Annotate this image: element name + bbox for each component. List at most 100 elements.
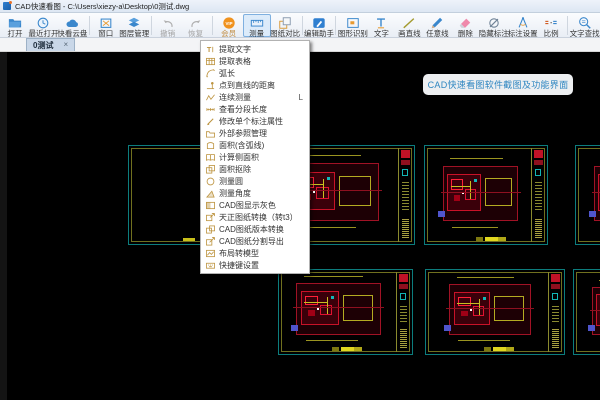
- extract-table-icon: [206, 57, 215, 66]
- recent-clock-icon: [36, 16, 50, 30]
- toolbar-button-label: 图层管理: [119, 30, 149, 38]
- menu-item-measure-angle[interactable]: 测量角度: [201, 187, 309, 199]
- measure-ruler-button[interactable]: 测量: [243, 14, 271, 37]
- window-icon: [99, 16, 113, 30]
- menu-item-label: 快捷键设置: [219, 260, 259, 271]
- menu-item-label: 连续测量: [219, 92, 251, 103]
- draw-line-button[interactable]: 画直线: [395, 14, 423, 37]
- scale-ratio-icon: [544, 16, 558, 30]
- edit-assistant-icon: [312, 16, 326, 30]
- menu-item-continuous-measure[interactable]: 连续测量L: [201, 91, 309, 103]
- menu-item-area-subtract[interactable]: 面积抠除: [201, 163, 309, 175]
- toolbar-button-label: 打开: [8, 30, 23, 38]
- menu-item-measure-circle[interactable]: 测量圆: [201, 175, 309, 187]
- undo-icon: [161, 16, 175, 30]
- text-button[interactable]: 文字: [367, 14, 395, 37]
- toolbar-button-label: 测量: [249, 30, 264, 38]
- menu-item-arc-length[interactable]: 弧长: [201, 67, 309, 79]
- menu-item-tianzheng-convert[interactable]: 天正图纸转换（转t3）: [201, 211, 309, 223]
- eraser-icon: [458, 16, 472, 30]
- main-toolbar: 打开最近打开快看云盘窗口图层管理撤销恢复VIP会员测量图纸对比编辑助手图形识别文…: [0, 13, 600, 38]
- toolbar-separator: [302, 16, 303, 35]
- draw-line-icon: [402, 16, 416, 30]
- edit-assistant-button[interactable]: 编辑助手: [305, 14, 334, 37]
- area-subtract-icon: [206, 165, 215, 174]
- eraser-button[interactable]: 删除: [451, 14, 479, 37]
- toolbar-button-label: 隐藏标注: [479, 30, 509, 38]
- menu-item-modify-annotation[interactable]: 修改单个标注属性: [201, 115, 309, 127]
- undo-button: 撤销: [154, 14, 182, 37]
- toolbar-button-label: 恢复: [188, 30, 203, 38]
- tab-0-test[interactable]: 0测试 ×: [26, 38, 75, 51]
- menu-item-point-to-line[interactable]: 点到直线的距离: [201, 79, 309, 91]
- compare-sheets-icon: [278, 16, 292, 30]
- toolbar-button-label: 文字查找: [570, 30, 600, 38]
- tab-close-icon[interactable]: ×: [63, 41, 68, 49]
- menu-item-segment-length[interactable]: 查看分段长度: [201, 103, 309, 115]
- toolbar-button-label: 撤销: [160, 30, 175, 38]
- hide-annotation-button[interactable]: 隐藏标注: [479, 14, 508, 37]
- toolbar-button-label: 任意线: [426, 30, 449, 38]
- compare-sheets-button[interactable]: 图纸对比: [271, 14, 300, 37]
- layers-icon: [127, 16, 141, 30]
- menu-item-label: 查看分段长度: [219, 104, 267, 115]
- menu-item-label: 面积(含弧线): [219, 140, 264, 151]
- point-to-line-icon: [206, 81, 215, 90]
- scale-ratio-button[interactable]: 比例: [537, 14, 565, 37]
- toolbar-button-label: 编辑助手: [304, 30, 334, 38]
- menu-item-label: 天正图纸转换（转t3）: [219, 212, 298, 223]
- menu-item-label: 点到直线的距离: [219, 80, 275, 91]
- menu-item-extract-text[interactable]: T提取文字: [201, 43, 309, 55]
- menu-item-label: 修改单个标注属性: [219, 116, 283, 127]
- menu-item-label: 提取表格: [219, 56, 251, 67]
- drawing-sheet[interactable]: [573, 269, 600, 355]
- recent-clock-button[interactable]: 最近打开: [29, 14, 58, 37]
- extract-text-icon: T: [206, 45, 215, 54]
- continuous-measure-icon: [206, 93, 215, 102]
- toolbar-button-label: 标注设置: [508, 30, 538, 38]
- menu-item-shortcut-settings[interactable]: 快捷键设置: [201, 259, 309, 271]
- toolbar-button-label: 图纸对比: [270, 30, 300, 38]
- drawing-sheet[interactable]: [424, 145, 548, 245]
- open-folder-icon: [8, 16, 22, 30]
- version-convert-icon: [206, 225, 215, 234]
- menu-item-label: CAD图显示灰色: [219, 200, 276, 211]
- menu-item-split-export[interactable]: CAD图纸分割导出: [201, 235, 309, 247]
- drawing-sheet[interactable]: [575, 145, 600, 245]
- tianzheng-convert-icon: [206, 213, 215, 222]
- open-folder-button[interactable]: 打开: [1, 14, 29, 37]
- title-bar: CAD快速看图 - C:\Users\xiezy-a\Desktop\0测试.d…: [0, 0, 600, 13]
- menu-item-label: 计算侧面积: [219, 152, 259, 163]
- annotation-settings-icon: [516, 16, 530, 30]
- annotation-settings-button[interactable]: 标注设置: [508, 14, 537, 37]
- drawing-sheet[interactable]: [278, 269, 413, 355]
- watermark-badge: CAD快速看图软件截图及功能界面: [423, 74, 573, 95]
- menu-item-gray-display[interactable]: CAD图显示灰色: [201, 199, 309, 211]
- menu-item-external-reference[interactable]: 外部参照管理: [201, 127, 309, 139]
- menu-item-extract-table[interactable]: 提取表格: [201, 55, 309, 67]
- gray-display-icon: [206, 201, 215, 210]
- menu-item-label: 面积抠除: [219, 164, 251, 175]
- window-button[interactable]: 窗口: [92, 14, 120, 37]
- text-search-button[interactable]: 文字查找: [570, 14, 599, 37]
- vip-button[interactable]: VIP会员: [215, 14, 243, 37]
- drawing-sheet[interactable]: [425, 269, 565, 355]
- shape-recognition-button[interactable]: 图形识别: [338, 14, 367, 37]
- redo-icon: [189, 16, 203, 30]
- menu-item-version-convert[interactable]: CAD图纸版本转换: [201, 223, 309, 235]
- menu-item-label: 布局转模型: [219, 248, 259, 259]
- toolbar-button-label: 文字: [374, 30, 389, 38]
- split-export-icon: [206, 237, 215, 246]
- cloud-button[interactable]: 快看云盘: [58, 14, 87, 37]
- free-line-button[interactable]: 任意线: [423, 14, 451, 37]
- app-logo-icon: [3, 2, 11, 10]
- text-icon: [374, 16, 388, 30]
- free-line-icon: [430, 16, 444, 30]
- text-search-icon: [578, 16, 592, 30]
- menu-item-label: 弧长: [219, 68, 235, 79]
- menu-item-side-area[interactable]: 计算侧面积: [201, 151, 309, 163]
- menu-item-layout-to-model[interactable]: 布局转模型: [201, 247, 309, 259]
- layers-button[interactable]: 图层管理: [120, 14, 149, 37]
- menu-item-area-with-arc[interactable]: 面积(含弧线): [201, 139, 309, 151]
- toolbar-button-label: 删除: [458, 30, 473, 38]
